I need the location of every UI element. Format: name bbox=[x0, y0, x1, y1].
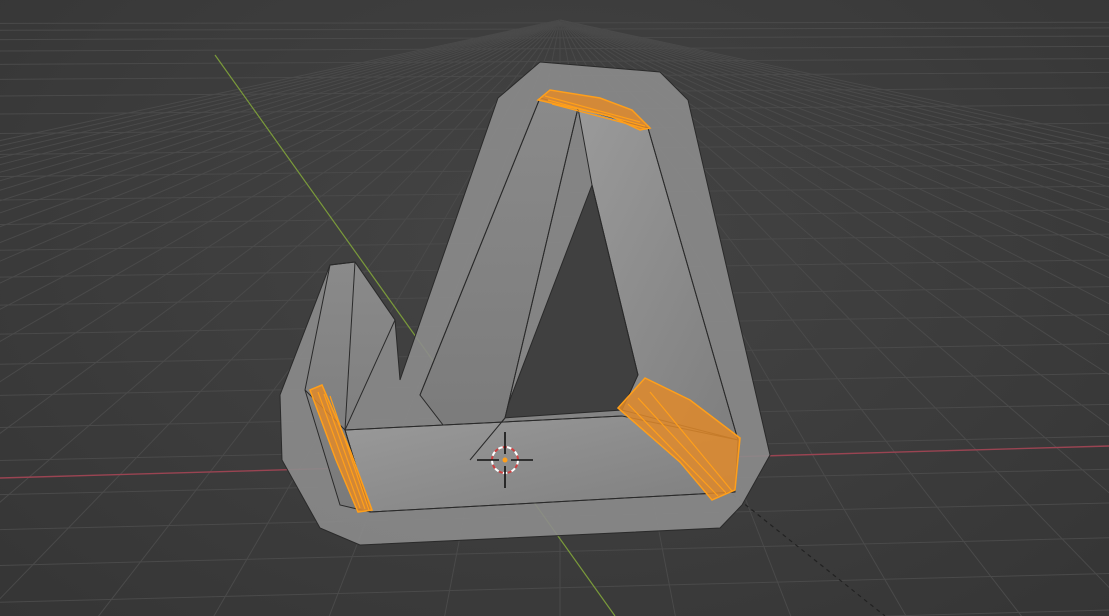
mesh-object-stand[interactable] bbox=[279, 61, 771, 546]
grid-line bbox=[0, 537, 1109, 566]
grid-line bbox=[0, 572, 1109, 603]
viewport-scene[interactable] bbox=[0, 0, 1109, 616]
grid-line bbox=[0, 35, 1109, 41]
3d-viewport[interactable] bbox=[0, 0, 1109, 616]
grid-line bbox=[868, 609, 1109, 616]
object-origin-icon bbox=[502, 457, 508, 463]
grid-line bbox=[0, 21, 1109, 24]
